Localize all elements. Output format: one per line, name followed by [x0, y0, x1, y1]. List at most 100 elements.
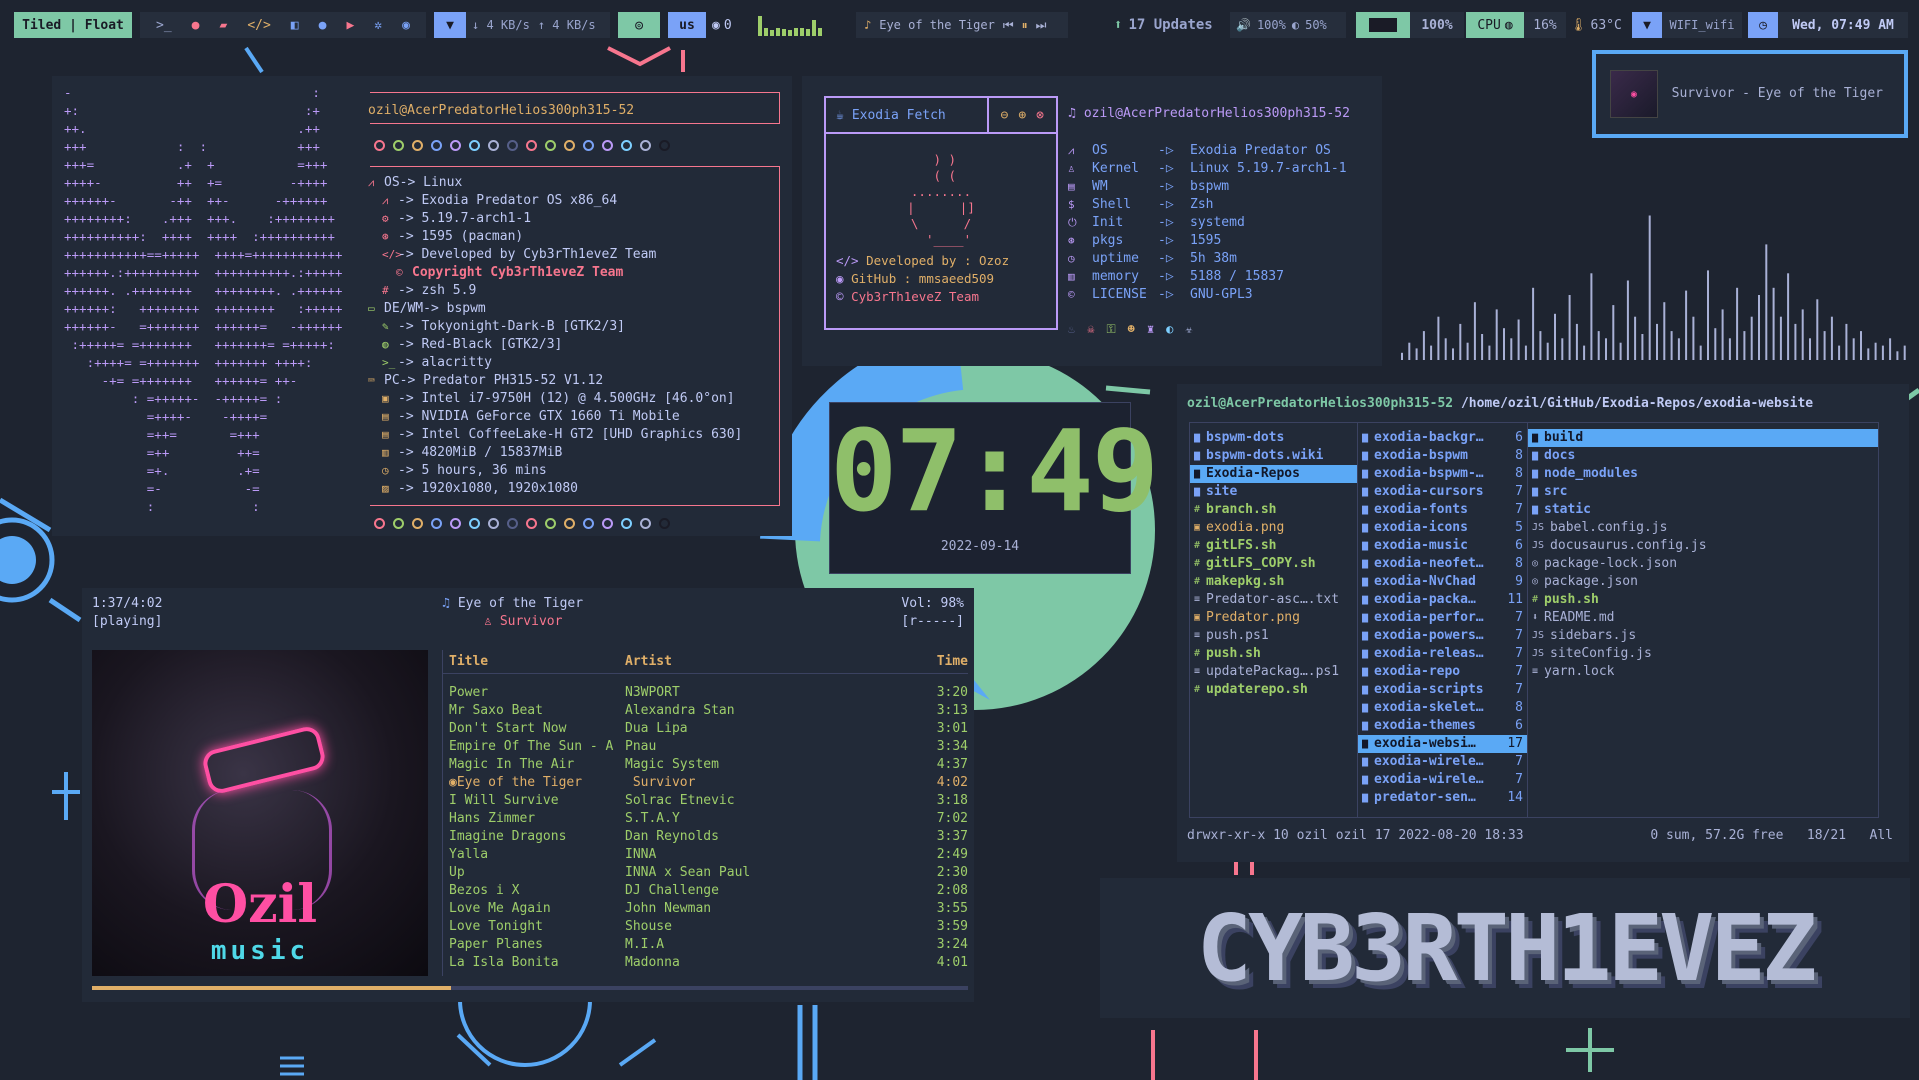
file-entry[interactable]: # gitLFS_COPY.sh: [1190, 555, 1357, 573]
track-row[interactable]: Empire Of The Sun - A Pnau 3:34: [443, 738, 968, 756]
pause-icon[interactable]: ⏸: [1022, 18, 1028, 33]
file-entry[interactable]: ▆ src: [1528, 483, 1878, 501]
track-row[interactable]: ◉Eye of the Tiger Survivor 4:02: [443, 774, 968, 792]
file-entry[interactable]: ▆ exodia-repo 7: [1358, 663, 1527, 681]
file-entry[interactable]: JS babel.config.js: [1528, 519, 1878, 537]
progress-bar[interactable]: [92, 986, 968, 990]
previous-icon[interactable]: ⏮: [1003, 18, 1014, 33]
file-entry[interactable]: ▆ exodia-neofet… 8: [1358, 555, 1527, 573]
file-entry[interactable]: JS sidebars.js: [1528, 627, 1878, 645]
track-row[interactable]: Love Me Again John Newman 3:55: [443, 900, 968, 918]
track-row[interactable]: Imagine Dragons Dan Reynolds 3:37: [443, 828, 968, 846]
file-entry[interactable]: ▆ exodia-fonts 7: [1358, 501, 1527, 519]
file-entry[interactable]: ▆ exodia-music 6: [1358, 537, 1527, 555]
track-row[interactable]: I Will Survive Solrac Etnevic 3:18: [443, 792, 968, 810]
chat-icon[interactable]: ●: [319, 18, 327, 33]
file-entry[interactable]: ⬇ README.md: [1528, 609, 1878, 627]
settings-icon[interactable]: ✲: [374, 18, 382, 33]
brightness-icon[interactable]: ◐: [1292, 18, 1299, 32]
file-entry[interactable]: ▆ bspwm-dots: [1190, 429, 1357, 447]
track-row[interactable]: La Isla Bonita Madonna 4:01: [443, 954, 968, 972]
file-entry[interactable]: ▆ exodia-icons 5: [1358, 519, 1527, 537]
file-entry[interactable]: JS siteConfig.js: [1528, 645, 1878, 663]
firefox-icon[interactable]: ●: [192, 18, 200, 33]
code-icon[interactable]: </>: [247, 18, 270, 33]
file-entry[interactable]: ▆ Exodia-Repos: [1190, 465, 1357, 483]
exodia-fetch-terminal[interactable]: ☕ Exodia Fetch ⊖ ⊕ ⊗ ) ) ( (........ | |]…: [802, 76, 1382, 366]
file-entry[interactable]: # push.sh: [1528, 591, 1878, 609]
file-entry[interactable]: ▆ build: [1528, 429, 1878, 447]
layout-indicator[interactable]: Tiled | Float: [14, 12, 132, 38]
file-entry[interactable]: ▆ exodia-wirele… 7: [1358, 753, 1527, 771]
track-row[interactable]: Yalla INNA 2:49: [443, 846, 968, 864]
music-player[interactable]: 1:37/4:02 [playing] ♫ Eye of the Tiger ♙…: [82, 588, 974, 1002]
brightness-level[interactable]: 50%: [1305, 18, 1327, 32]
file-entry[interactable]: ▆ static: [1528, 501, 1878, 519]
youtube-icon[interactable]: ▶: [346, 18, 354, 33]
file-entry[interactable]: # updaterepo.sh: [1190, 681, 1357, 699]
file-entry[interactable]: ▆ exodia-powers… 7: [1358, 627, 1527, 645]
network-icon[interactable]: ▼: [434, 12, 466, 38]
folder-icon[interactable]: ▰: [219, 18, 227, 33]
track-row[interactable]: Power N3WPORT 3:20: [443, 684, 968, 702]
github-icon[interactable]: ◉: [402, 18, 410, 33]
file-entry[interactable]: ▆ node_modules: [1528, 465, 1878, 483]
file-entry[interactable]: ▆ exodia-bspwm 8: [1358, 447, 1527, 465]
close-button[interactable]: ⊗: [1036, 108, 1044, 123]
ranger-file-manager[interactable]: ozil@AcerPredatorHelios300ph315-52 /home…: [1177, 384, 1909, 862]
updates-indicator[interactable]: ⬆ 17 Updates: [1114, 12, 1220, 38]
track-row[interactable]: Hans Zimmer S.T.A.Y 7:02: [443, 810, 968, 828]
vscode-icon[interactable]: ◧: [291, 18, 299, 33]
file-entry[interactable]: ▆ bspwm-dots.wiki: [1190, 447, 1357, 465]
file-entry[interactable]: ≡ updatePackag….ps1: [1190, 663, 1357, 681]
file-entry[interactable]: ▆ exodia-NvChad 9: [1358, 573, 1527, 591]
file-entry[interactable]: # push.sh: [1190, 645, 1357, 663]
mode-icon[interactable]: ◎: [618, 12, 660, 38]
track-row[interactable]: Mr Saxo Beat Alexandra Stan 3:13: [443, 702, 968, 720]
player-volume[interactable]: Vol: 98%: [901, 596, 964, 611]
date-time[interactable]: Wed, 07:49 AM: [1778, 12, 1908, 38]
file-entry[interactable]: # makepkg.sh: [1190, 573, 1357, 591]
file-entry[interactable]: ▆ exodia-skelet… 8: [1358, 699, 1527, 717]
file-entry[interactable]: ▆ exodia-scripts 7: [1358, 681, 1527, 699]
file-entry[interactable]: ▆ site: [1190, 483, 1357, 501]
neofetch-terminal[interactable]: - : +: :+ ++. .++ +++ : : +++ +++= .+ + =+++…: [52, 76, 792, 536]
file-entry[interactable]: ▆ exodia-cursors 7: [1358, 483, 1527, 501]
notification-popup[interactable]: ◉ Survivor - Eye of the Tiger: [1592, 50, 1908, 138]
file-entry[interactable]: ▆ exodia-perfor… 7: [1358, 609, 1527, 627]
volume-icon[interactable]: 🔊: [1236, 18, 1251, 32]
file-entry[interactable]: ▆ exodia-packa… 11: [1358, 591, 1527, 609]
file-entry[interactable]: # branch.sh: [1190, 501, 1357, 519]
track-row[interactable]: Love Tonight Shouse 3:59: [443, 918, 968, 936]
file-entry[interactable]: # gitLFS.sh: [1190, 537, 1357, 555]
github-notifications[interactable]: ◉ 0: [712, 12, 746, 38]
track-row[interactable]: Magic In The Air Magic System 4:37: [443, 756, 968, 774]
terminal-icon[interactable]: >_: [156, 18, 172, 33]
next-icon[interactable]: ⏭: [1036, 18, 1047, 33]
file-entry[interactable]: ≡ push.ps1: [1190, 627, 1357, 645]
track-row[interactable]: Up INNA x Sean Paul 2:30: [443, 864, 968, 882]
file-entry[interactable]: ◎ package.json: [1528, 573, 1878, 591]
file-entry[interactable]: ▆ docs: [1528, 447, 1878, 465]
track-row[interactable]: Don't Start Now Dua Lipa 3:01: [443, 720, 968, 738]
file-entry[interactable]: ▣ Predator.png: [1190, 609, 1357, 627]
file-entry[interactable]: ▆ exodia-themes 6: [1358, 717, 1527, 735]
keyboard-layout[interactable]: us: [668, 12, 706, 38]
file-entry[interactable]: JS docusaurus.config.js: [1528, 537, 1878, 555]
file-entry[interactable]: ▆ exodia-backgr… 6: [1358, 429, 1527, 447]
file-entry[interactable]: ▆ predator-sen… 14: [1358, 789, 1527, 807]
track-row[interactable]: Paper Planes M.I.A 3:24: [443, 936, 968, 954]
file-entry[interactable]: ▆ exodia-releas… 7: [1358, 645, 1527, 663]
file-entry[interactable]: ▣ exodia.png: [1190, 519, 1357, 537]
wifi-icon[interactable]: ▼: [1632, 12, 1662, 38]
volume-level[interactable]: 100%: [1257, 18, 1286, 32]
track-row[interactable]: Bezos i X DJ Challenge 2:08: [443, 882, 968, 900]
file-entry[interactable]: ▆ exodia-websi… 17: [1358, 735, 1527, 753]
file-entry[interactable]: ◎ package-lock.json: [1528, 555, 1878, 573]
maximize-button[interactable]: ⊕: [1018, 108, 1026, 123]
file-entry[interactable]: ≡ Predator-asc….txt: [1190, 591, 1357, 609]
wifi-name[interactable]: WIFI_wifi: [1662, 12, 1742, 38]
file-entry[interactable]: ≡ yarn.lock: [1528, 663, 1878, 681]
minimize-button[interactable]: ⊖: [1001, 108, 1009, 123]
file-entry[interactable]: ▆ exodia-wirele… 7: [1358, 771, 1527, 789]
